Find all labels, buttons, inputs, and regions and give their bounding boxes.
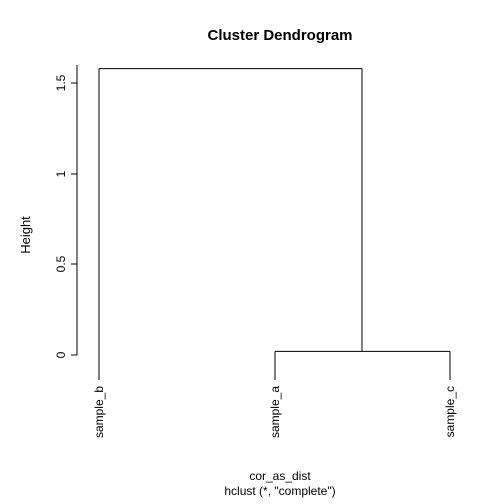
y-tick-1: 0.5 [54, 255, 77, 272]
y-tick-label-3: 1.5 [54, 74, 68, 91]
leaf-label-sample-b: sample_b [92, 386, 106, 438]
leaf-label-sample-c: sample_c [443, 386, 457, 437]
y-axis-title: Height [18, 216, 33, 254]
x-axis-label: cor_as_dist [249, 469, 311, 483]
y-tick-label-1: 0.5 [54, 255, 68, 272]
leaf-label-sample-a: sample_a [268, 386, 282, 438]
y-tick-3: 1.5 [54, 74, 77, 91]
chart-title: Cluster Dendrogram [207, 27, 352, 44]
dendrogram-chart: Cluster Dendrogram Height 0 0.5 1 1.5 [0, 0, 504, 504]
y-tick-2: 1 [54, 170, 77, 177]
y-tick-0: 0 [54, 351, 77, 358]
y-tick-label-2: 1 [54, 170, 68, 177]
hclust-sublabel: hclust (*, "complete") [224, 484, 335, 498]
y-tick-label-0: 0 [54, 351, 68, 358]
dendrogram-svg: Cluster Dendrogram Height 0 0.5 1 1.5 [0, 0, 504, 504]
